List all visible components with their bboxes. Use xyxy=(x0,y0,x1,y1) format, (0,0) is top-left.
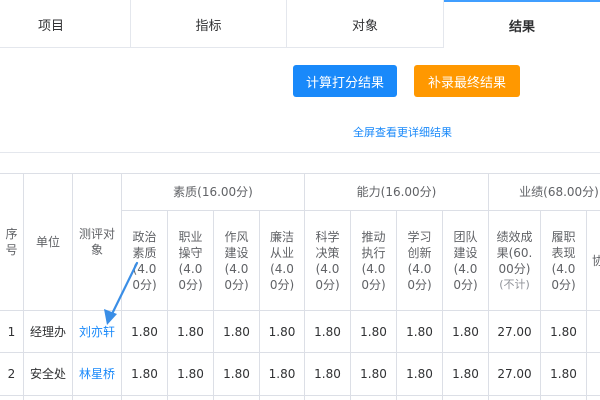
row2-score-7: 1.80 xyxy=(406,367,433,381)
fullscreen-detail-link[interactable]: 全屏查看更详细结果 xyxy=(353,124,452,140)
row1-score-8: 1.80 xyxy=(452,324,479,339)
row2-score-3: 1.80 xyxy=(223,367,250,381)
row1-target-link[interactable]: 刘亦轩 xyxy=(73,311,121,352)
row2-score-4: 1.80 xyxy=(268,367,296,381)
col-header-unit: 单位 xyxy=(35,234,60,249)
row2-score-6: 1.80 xyxy=(360,367,387,381)
col-header-integrity: 廉洁从业(4.00分) xyxy=(269,229,295,292)
row1-score-5: 1.80 xyxy=(314,324,341,339)
col-header-political: 政治素质(4.00分) xyxy=(132,229,157,292)
row2-unit: 安全处 xyxy=(29,367,66,381)
col-header-index: 序号 xyxy=(5,226,18,257)
tab-objects[interactable]: 对象 xyxy=(287,0,444,48)
col-header-ethics: 职业操守(4.00分) xyxy=(178,229,203,292)
row1-score-6: 1.80 xyxy=(360,324,387,339)
results-table: 序号 单位 测评对象 素质(16.00分) 能力(16.00分) 业绩(68.0… xyxy=(0,173,600,400)
row2-score-2: 1.80 xyxy=(177,367,204,381)
tab-results[interactable]: 结果 xyxy=(444,0,600,48)
calculate-score-button[interactable]: 计算打分结果 xyxy=(293,65,397,97)
section-divider xyxy=(0,152,600,153)
row1-score-2: 1.80 xyxy=(177,324,204,339)
row2-target-link[interactable]: 林星桥 xyxy=(73,353,121,395)
tab-indicators[interactable]: 指标 xyxy=(131,0,287,48)
tab-bar: 项目 指标 对象 结果 xyxy=(0,0,600,48)
row2-score-9: 27.00 xyxy=(497,367,532,381)
perf-result-note: (不计) xyxy=(499,277,530,291)
col-header-duty: 履职表现(4.00分) xyxy=(551,229,576,292)
col-header-style: 作风建设(4.00分) xyxy=(224,229,249,292)
perf-result-label: 绩效成果(60.00分) xyxy=(496,229,533,276)
row1-score-4: 1.80 xyxy=(268,324,296,339)
row2-score-1: 1.80 xyxy=(131,367,158,381)
row1-score-10: 1.80 xyxy=(550,324,577,339)
row2-index: 2 xyxy=(7,367,16,381)
supplement-final-result-button[interactable]: 补录最终结果 xyxy=(414,65,520,97)
col-header-execution: 推动执行(4.00分) xyxy=(361,229,386,292)
row1-score-1: 1.80 xyxy=(131,324,158,339)
col-header-team: 团队建设(4.00分) xyxy=(453,229,478,292)
group-header-ability: 能力(16.00分) xyxy=(356,184,437,199)
row1-index: 1 xyxy=(7,324,16,339)
group-header-quality: 素质(16.00分) xyxy=(173,184,253,199)
row1-score-3: 1.80 xyxy=(223,324,250,339)
tab-project[interactable]: 项目 xyxy=(0,0,131,48)
row1-unit: 经理办 xyxy=(29,324,66,339)
row2-score-10: 1.80 xyxy=(550,367,577,381)
col-header-target: 测评对象 xyxy=(79,226,116,257)
row2-score-8: 1.80 xyxy=(452,367,479,381)
row1-score-7: 1.80 xyxy=(406,324,433,339)
col-header-performance-result: 绩效成果(60.00分) (不计) xyxy=(489,211,540,310)
col-header-decision: 科学决策(4.00分) xyxy=(315,229,340,292)
row1-score-9: 27.00 xyxy=(497,324,532,339)
group-header-performance: 业绩(68.00分) xyxy=(519,184,599,199)
col-header-learning: 学习创新(4.00分) xyxy=(407,229,432,292)
row2-score-5: 1.80 xyxy=(314,367,341,381)
col-header-partial: 协 xyxy=(592,253,600,268)
